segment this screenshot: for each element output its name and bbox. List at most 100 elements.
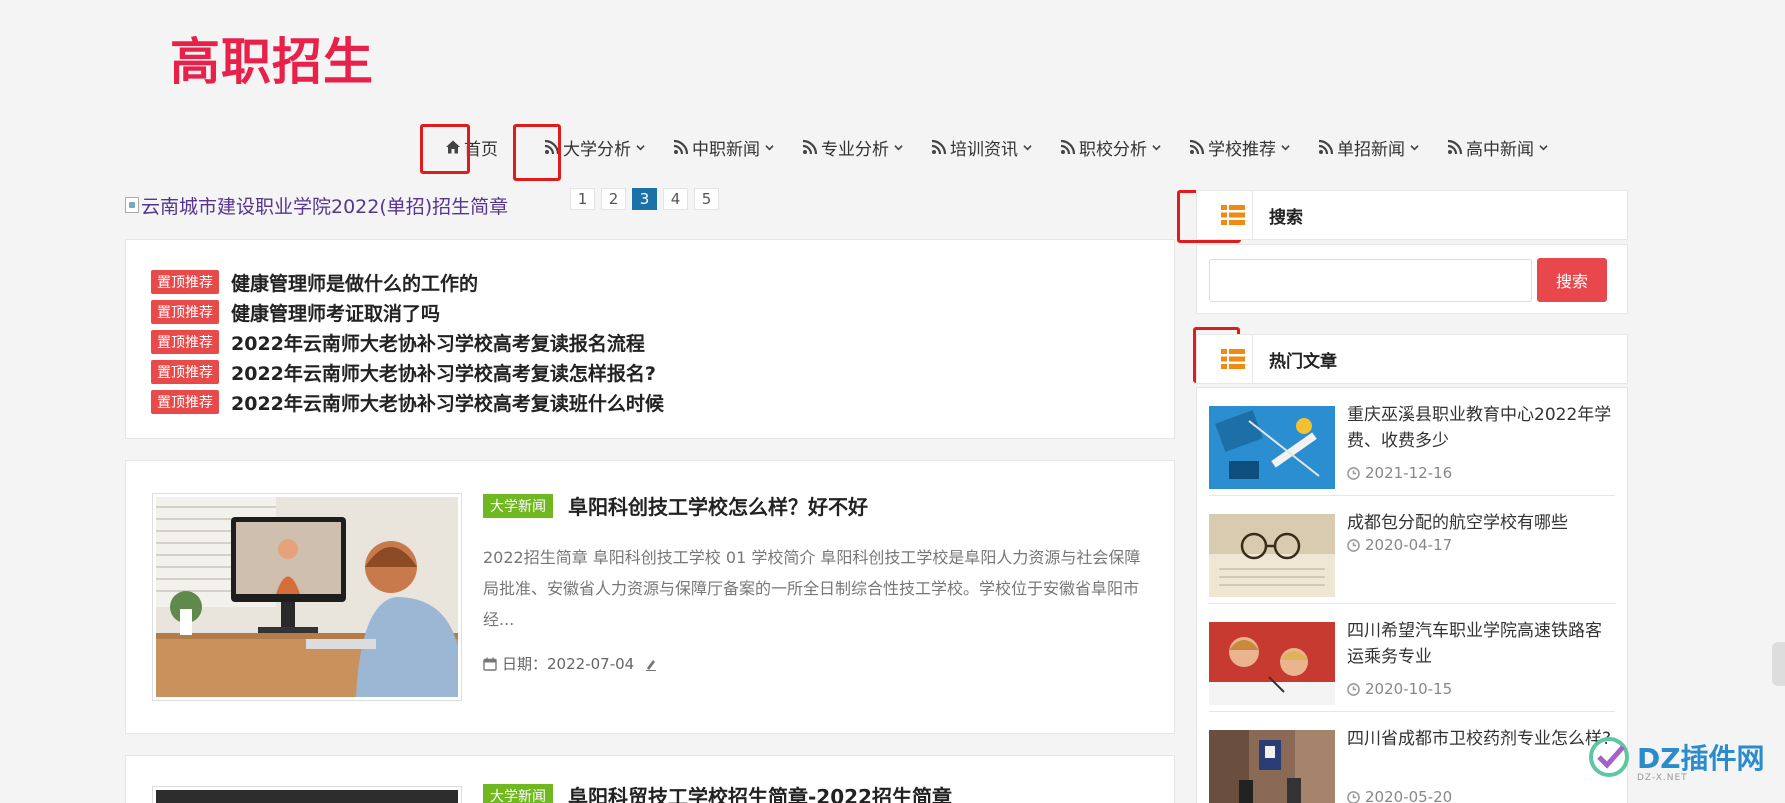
hot-post-item[interactable]: 四川省成都市卫校药剂专业怎么样? 2020-05-20 <box>1209 712 1615 803</box>
nav-item-label: 高中新闻 <box>1466 139 1534 160</box>
checkmark-logo-icon <box>1589 737 1629 777</box>
nav-item-label: 大学分析 <box>563 139 631 160</box>
hot-widget-header: 热门文章 <box>1196 334 1628 384</box>
nav-item-label: 学校推荐 <box>1208 139 1276 160</box>
nav-item-major-analysis[interactable]: 专业分析 <box>802 135 903 160</box>
category-tag[interactable]: 大学新闻 <box>483 493 553 518</box>
nav-item-label: 中职新闻 <box>692 139 760 160</box>
chevron-down-icon <box>1281 144 1290 150</box>
search-widget: 搜索 <box>1196 244 1628 314</box>
hot-post-item[interactable]: 成都包分配的航空学校有哪些 2020-04-17 <box>1209 496 1615 604</box>
post-meta: 日期： 2022-07-04 <box>483 653 1153 674</box>
nav-item-training-news[interactable]: 培训资讯 <box>931 135 1032 160</box>
nav-item-label: 培训资讯 <box>950 139 1018 160</box>
search-input[interactable] <box>1209 259 1532 302</box>
chevron-down-icon <box>636 144 645 150</box>
nav-item-vocational-analysis[interactable]: 职校分析 <box>1060 135 1161 160</box>
hot-post-date: 2020-05-20 <box>1347 788 1452 803</box>
search-widget-header: 搜索 <box>1196 190 1628 240</box>
banner-slider[interactable]: 云南城市建设职业学院2022(单招)招生简章 <box>125 190 508 220</box>
watermark-subtext: DZ-X.NET <box>1637 773 1688 783</box>
highlight-box <box>513 124 561 181</box>
post-header: 大学新闻 阜阳科贸技工学校招生简章-2022招生简章 <box>483 781 1153 803</box>
rss-icon <box>802 139 818 155</box>
chevron-down-icon <box>765 144 774 150</box>
pinned-post-title[interactable]: 2022年云南师大老协补习学校高考复读报名流程 <box>231 329 645 356</box>
nav-item-label: 专业分析 <box>821 139 889 160</box>
hot-post-date: 2020-10-15 <box>1347 680 1452 698</box>
hot-post-title[interactable]: 成都包分配的航空学校有哪些 <box>1347 510 1612 536</box>
post-image <box>156 790 458 803</box>
chevron-down-icon <box>1152 144 1161 150</box>
pinned-tag: 置顶推荐 <box>151 360 219 384</box>
hot-post-image <box>1209 622 1335 705</box>
pager-button[interactable]: 1 <box>570 188 595 210</box>
date-text: 2021-12-16 <box>1365 464 1453 482</box>
nav-item-vocational-news[interactable]: 中职新闻 <box>673 135 774 160</box>
nav-item-single-enrollment-news[interactable]: 单招新闻 <box>1318 135 1419 160</box>
category-tag[interactable]: 大学新闻 <box>483 783 553 803</box>
widget-title: 搜索 <box>1269 207 1303 228</box>
hot-post-title[interactable]: 重庆巫溪县职业教育中心2022年学费、收费多少 <box>1347 402 1612 454</box>
hot-post-item[interactable]: 重庆巫溪县职业教育中心2022年学费、收费多少 2021-12-16 <box>1209 388 1615 496</box>
banner-alt-text[interactable]: 云南城市建设职业学院2022(单招)招生简章 <box>141 192 508 219</box>
pinned-post[interactable]: 置顶推荐 健康管理师考证取消了吗 <box>151 297 1149 327</box>
date-label: 日期： <box>502 655 548 673</box>
post-body: 大学新闻 阜阳科创技工学校怎么样？好不好 2022招生简章 阜阳科创技工学校 0… <box>483 491 1153 674</box>
date-text: 2020-04-17 <box>1365 536 1453 554</box>
post-card: 大学新闻 阜阳科贸技工学校招生简章-2022招生简章 <box>125 755 1175 803</box>
pinned-post[interactable]: 置顶推荐 2022年云南师大老协补习学校高考复读报名流程 <box>151 327 1149 357</box>
rss-icon <box>1447 139 1463 155</box>
pinned-post-title[interactable]: 2022年云南师大老协补习学校高考复读怎样报名? <box>231 359 656 386</box>
hot-post-title[interactable]: 四川省成都市卫校药剂专业怎么样? <box>1347 726 1612 752</box>
hot-post-image <box>1209 514 1335 597</box>
post-thumbnail[interactable] <box>152 493 462 701</box>
hot-post-item[interactable]: 四川希望汽车职业学院高速铁路客运乘务专业 2020-10-15 <box>1209 604 1615 712</box>
chevron-down-icon <box>1023 144 1032 150</box>
pinned-post-title[interactable]: 健康管理师是做什么的工作的 <box>231 269 478 296</box>
post-title[interactable]: 阜阳科创技工学校怎么样？好不好 <box>568 491 868 520</box>
pager-button[interactable]: 5 <box>694 188 719 210</box>
hot-post-image <box>1209 406 1335 489</box>
clock-icon <box>1347 790 1360 803</box>
clock-icon <box>1347 682 1360 696</box>
pinned-tag: 置顶推荐 <box>151 270 219 294</box>
clock-icon <box>1347 538 1360 552</box>
post-title[interactable]: 阜阳科贸技工学校招生简章-2022招生简章 <box>568 781 952 803</box>
calendar-icon <box>483 657 497 671</box>
list-icon <box>1213 190 1253 240</box>
post-thumbnail[interactable] <box>152 786 462 803</box>
highlight-box <box>420 124 470 174</box>
post-date: 2022-07-04 <box>547 654 635 673</box>
search-button[interactable]: 搜索 <box>1537 258 1607 302</box>
post-card: 大学新闻 阜阳科创技工学校怎么样？好不好 2022招生简章 阜阳科创技工学校 0… <box>125 460 1175 734</box>
pinned-post[interactable]: 置顶推荐 2022年云南师大老协补习学校高考复读怎样报名? <box>151 357 1149 387</box>
watermark-logo: DZ插件网 DZ-X.NET <box>1587 735 1765 783</box>
hot-post-title[interactable]: 四川希望汽车职业学院高速铁路客运乘务专业 <box>1347 618 1612 670</box>
pinned-tag: 置顶推荐 <box>151 390 219 414</box>
clock-icon <box>1347 466 1360 480</box>
nav-item-label: 单招新闻 <box>1337 139 1405 160</box>
hot-posts-widget: 重庆巫溪县职业教育中心2022年学费、收费多少 2021-12-16 成都包分配… <box>1196 387 1628 803</box>
hot-post-date: 2021-12-16 <box>1347 464 1452 482</box>
chevron-down-icon <box>1539 144 1548 150</box>
pager-button-active[interactable]: 3 <box>632 188 657 210</box>
pinned-post[interactable]: 置顶推荐 健康管理师是做什么的工作的 <box>151 267 1149 297</box>
widget-title: 热门文章 <box>1269 351 1337 372</box>
rss-icon <box>1189 139 1205 155</box>
nav-item-highschool-news[interactable]: 高中新闻 <box>1447 135 1548 160</box>
watermark-text: DZ插件网 <box>1637 742 1765 775</box>
edit-icon[interactable] <box>644 657 658 671</box>
pinned-post-title[interactable]: 健康管理师考证取消了吗 <box>231 299 440 326</box>
pinned-post[interactable]: 置顶推荐 2022年云南师大老协补习学校高考复读班什么时候 <box>151 387 1149 417</box>
date-text: 2020-10-15 <box>1365 680 1453 698</box>
main-nav: 首页 大学分析 中职新闻 专业分析 培训资讯 职校分析 学校推荐 单招新闻 高中… <box>445 130 1576 164</box>
nav-item-school-recommend[interactable]: 学校推荐 <box>1189 135 1290 160</box>
pinned-post-title[interactable]: 2022年云南师大老协补习学校高考复读班什么时候 <box>231 389 664 416</box>
pager-button[interactable]: 2 <box>601 188 626 210</box>
scroll-side-tab[interactable] <box>1772 642 1785 686</box>
hot-post-image <box>1209 730 1335 803</box>
site-logo[interactable]: 高职招生 <box>170 22 374 94</box>
pager-button[interactable]: 4 <box>663 188 688 210</box>
nav-item-label: 职校分析 <box>1079 139 1147 160</box>
